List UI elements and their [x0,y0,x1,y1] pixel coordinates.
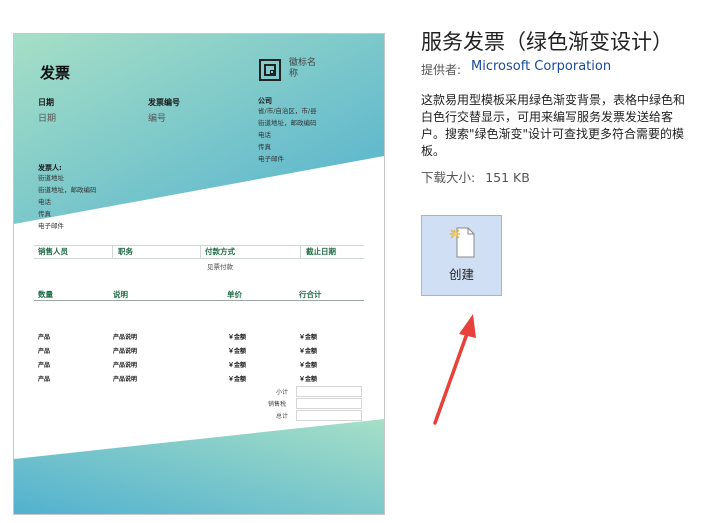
download-size: 下载大小: 151 KB [421,167,530,186]
total-box [296,410,362,421]
item-header: 单价 [227,290,242,299]
gradient-background [14,34,384,514]
invoice-number-label: 发票编号 [148,98,180,107]
bill-to-line: 电子邮件 [38,222,64,230]
red-arrow-icon [433,314,476,425]
logo-text: 徽标名称 [289,58,317,79]
item-total: ￥金额 [299,334,318,341]
item-price: ￥金额 [228,334,247,341]
create-button-label: 创建 [448,267,474,282]
invoice-heading: 发票 [40,64,71,82]
column-divider [112,246,113,258]
bill-to-line: 电话 [38,198,51,206]
item-product: 产品 [38,348,51,355]
bill-to-address: 街道地址 街道地址，邮政编码 电话 传真 电子邮件 [38,172,97,232]
logo-icon [259,59,281,81]
sales-header: 职务 [118,247,133,256]
date-value: 日期 [38,114,57,124]
date-label: 日期 [38,98,54,107]
company-address: 省/市/自治区，市/县 街道地址，邮政编码 电话 传真 电子邮件 [258,105,317,165]
total-label: 总计 [276,413,289,420]
sales-tax-label: 销售税 [268,401,287,408]
new-document-icon [450,227,475,258]
item-total: ￥金额 [299,348,318,355]
company-line: 街道地址，邮政编码 [258,119,317,127]
company-line: 传真 [258,143,271,151]
item-price: ￥金额 [228,376,247,383]
bill-to-line: 街道地址，邮政编码 [38,186,97,194]
create-button[interactable]: 创建 [421,215,502,296]
column-divider [200,246,201,258]
item-price: ￥金额 [228,348,247,355]
sales-header: 销售人员 [38,247,68,256]
subtotal-box [296,386,362,397]
download-size-value: 151 KB [485,170,530,185]
item-total: ￥金额 [299,362,318,369]
template-description: 这款易用型模板采用绿色渐变背景，表格中绿色和白色行交替显示，可用来编写服务发票发… [421,93,686,158]
bill-to-line: 街道地址 [38,174,64,182]
item-product: 产品 [38,376,51,383]
invoice-number-value: 编号 [148,114,167,124]
items-header-underline [34,300,364,301]
item-product: 产品 [38,334,51,341]
item-price: ￥金额 [228,362,247,369]
item-header: 说明 [113,290,128,299]
sales-header: 付款方式 [205,247,235,256]
sales-tax-box [296,398,362,409]
item-description: 产品说明 [113,376,138,383]
company-line: 电话 [258,131,271,139]
company-line: 省/市/自治区，市/县 [258,107,317,115]
item-description: 产品说明 [113,362,138,369]
item-product: 产品 [38,362,51,369]
item-description: 产品说明 [113,334,138,341]
column-divider [300,246,301,258]
sales-header: 截止日期 [306,247,336,256]
provider-label: 提供者: [421,63,462,77]
bill-to-line: 传真 [38,210,51,218]
template-title: 服务发票（绿色渐变设计） [421,30,673,54]
item-header: 行合计 [299,290,322,299]
template-preview[interactable]: 发票 徽标名称 日期 日期 发票编号 编号 公司 省/市/自治区，市/县 街道地… [13,33,385,515]
download-size-label: 下载大小: [421,170,476,185]
subtotal-label: 小计 [276,389,289,396]
provider-link[interactable]: Microsoft Corporation [471,59,611,74]
item-description: 产品说明 [113,348,138,355]
item-total: ￥金额 [299,376,318,383]
item-header: 数量 [38,290,53,299]
company-line: 电子邮件 [258,155,284,163]
payment-terms: 见票付款 [207,263,233,271]
